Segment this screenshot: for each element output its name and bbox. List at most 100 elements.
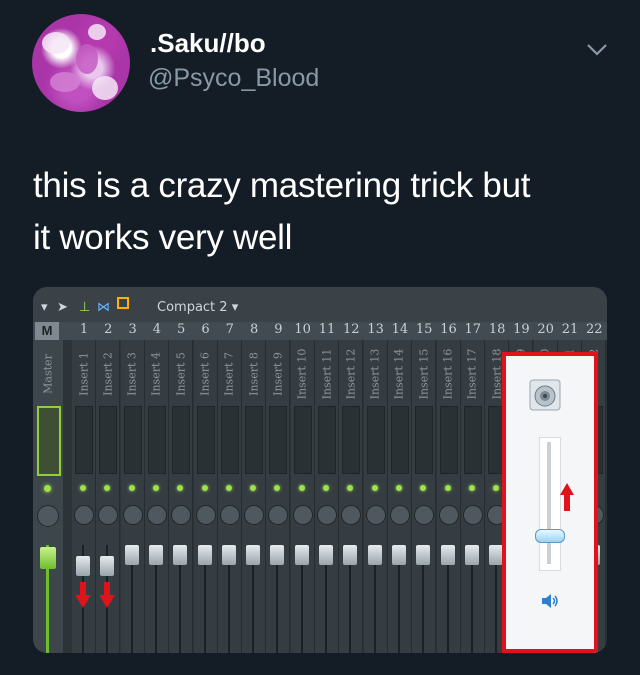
channel-number[interactable]: 4 bbox=[145, 322, 169, 337]
channel-number[interactable]: 16 bbox=[437, 322, 461, 337]
insert-pan-knob[interactable] bbox=[438, 505, 459, 525]
insert-pan-knob[interactable] bbox=[268, 505, 289, 525]
channel-number[interactable]: 6 bbox=[194, 322, 218, 337]
insert-led[interactable] bbox=[395, 485, 402, 491]
channel-number[interactable]: 5 bbox=[169, 322, 193, 337]
insert-pan-knob[interactable] bbox=[195, 505, 216, 525]
insert-fader[interactable] bbox=[173, 545, 188, 565]
display-name[interactable]: .Saku//bo bbox=[150, 28, 266, 59]
avatar[interactable] bbox=[32, 14, 130, 112]
insert-label: Insert 4 bbox=[149, 352, 163, 396]
insert-pan-knob[interactable] bbox=[341, 505, 362, 525]
insert-pan-knob[interactable] bbox=[317, 505, 337, 525]
insert-led[interactable] bbox=[152, 485, 159, 491]
insert-fader[interactable] bbox=[148, 545, 163, 565]
insert-peak-meter bbox=[415, 406, 434, 474]
channel-number[interactable]: 8 bbox=[242, 322, 266, 337]
tweet-text: this is a crazy mastering trick but it w… bbox=[33, 160, 613, 264]
insert-led[interactable] bbox=[371, 485, 378, 491]
insert-pan-knob[interactable] bbox=[219, 505, 240, 525]
insert-fader[interactable] bbox=[489, 545, 504, 565]
channel-number[interactable]: 10 bbox=[291, 322, 315, 337]
insert-led[interactable] bbox=[250, 485, 257, 491]
master-pan-knob[interactable] bbox=[37, 505, 59, 527]
insert-pan-knob[interactable] bbox=[365, 505, 386, 525]
chevron-down-icon[interactable] bbox=[586, 38, 608, 60]
channel-number[interactable]: 20 bbox=[534, 322, 558, 337]
insert-led[interactable] bbox=[128, 485, 135, 491]
insert-fader[interactable] bbox=[440, 545, 455, 565]
insert-pan-knob[interactable] bbox=[389, 505, 410, 525]
channel-number[interactable]: 19 bbox=[509, 322, 533, 337]
volume-slider-track[interactable] bbox=[547, 442, 551, 564]
insert-led[interactable] bbox=[298, 485, 305, 491]
insert-pan-knob[interactable] bbox=[98, 505, 119, 525]
master-strip: Master bbox=[33, 340, 63, 653]
channel-number[interactable]: 9 bbox=[266, 322, 290, 337]
channel-number[interactable]: 17 bbox=[461, 322, 485, 337]
insert-fader[interactable] bbox=[464, 545, 479, 565]
insert-led[interactable] bbox=[80, 485, 86, 491]
master-led[interactable] bbox=[44, 485, 51, 492]
channel-number[interactable]: 1 bbox=[72, 322, 96, 337]
insert-fader[interactable] bbox=[270, 545, 285, 565]
channel-number[interactable]: 7 bbox=[218, 322, 242, 337]
speaker-icon[interactable] bbox=[529, 379, 561, 411]
insert-pan-knob[interactable] bbox=[414, 505, 435, 525]
insert-fader[interactable] bbox=[319, 545, 333, 565]
insert-fader[interactable] bbox=[221, 545, 236, 565]
master-tab[interactable]: M bbox=[35, 322, 59, 340]
insert-pan-knob[interactable] bbox=[244, 505, 265, 525]
insert-strip: Insert 5 bbox=[169, 340, 194, 653]
insert-fader[interactable] bbox=[391, 545, 406, 565]
insert-led[interactable] bbox=[323, 485, 329, 491]
insert-led[interactable] bbox=[104, 485, 111, 491]
channel-number[interactable]: 14 bbox=[388, 322, 412, 337]
insert-pan-knob[interactable] bbox=[462, 505, 483, 525]
channel-number[interactable]: 2 bbox=[96, 322, 120, 337]
insert-led[interactable] bbox=[201, 485, 208, 491]
channel-number[interactable]: 18 bbox=[485, 322, 509, 337]
insert-fader[interactable] bbox=[197, 545, 212, 565]
insert-led[interactable] bbox=[420, 485, 427, 491]
insert-led[interactable] bbox=[444, 485, 451, 491]
channel-number[interactable]: 15 bbox=[412, 322, 436, 337]
insert-pan-knob[interactable] bbox=[146, 505, 167, 525]
insert-fader[interactable] bbox=[416, 545, 431, 565]
channel-number[interactable]: 3 bbox=[121, 322, 145, 337]
insert-led[interactable] bbox=[493, 485, 500, 491]
insert-fader[interactable] bbox=[294, 545, 309, 565]
user-handle[interactable]: @Psyco_Blood bbox=[148, 64, 319, 93]
insert-fader[interactable] bbox=[343, 545, 358, 565]
tweet-media-image[interactable]: ▾ ➤ ⊥ ⋈ Compact 2 ▾ 1 2 3 4 5 6 7 8 9 10 11 12 13 14 1… bbox=[33, 287, 607, 653]
insert-fader[interactable] bbox=[76, 556, 90, 576]
insert-pan-knob[interactable] bbox=[171, 505, 192, 525]
tweet-text-line: it works very well bbox=[33, 218, 293, 257]
insert-led[interactable] bbox=[347, 485, 354, 491]
channel-number[interactable]: 13 bbox=[364, 322, 388, 337]
insert-fader[interactable] bbox=[367, 545, 382, 565]
mute-icon[interactable] bbox=[541, 593, 559, 609]
channel-number-row: 1 2 3 4 5 6 7 8 9 10 11 12 13 14 15 16 17 18 19 20 21 22 bbox=[33, 322, 607, 340]
insert-peak-meter bbox=[463, 406, 482, 474]
channel-number[interactable]: 21 bbox=[558, 322, 582, 337]
insert-fader[interactable] bbox=[246, 545, 261, 565]
insert-fader[interactable] bbox=[100, 556, 115, 576]
channel-number[interactable]: 11 bbox=[315, 322, 339, 337]
channel-number[interactable]: 12 bbox=[339, 322, 363, 337]
insert-pan-knob[interactable] bbox=[122, 505, 143, 525]
insert-led[interactable] bbox=[468, 485, 475, 491]
insert-pan-knob[interactable] bbox=[292, 505, 313, 525]
volume-slider-thumb[interactable] bbox=[535, 528, 565, 543]
insert-led[interactable] bbox=[225, 485, 232, 491]
insert-label: Insert 12 bbox=[344, 348, 358, 400]
insert-pan-knob[interactable] bbox=[74, 505, 94, 525]
insert-led[interactable] bbox=[274, 485, 281, 491]
insert-led[interactable] bbox=[177, 485, 184, 491]
channel-number[interactable]: 22 bbox=[582, 322, 606, 337]
insert-peak-meter bbox=[439, 406, 458, 474]
insert-label: Insert 8 bbox=[247, 352, 261, 396]
insert-strip: Insert 13 bbox=[363, 340, 388, 653]
insert-fader[interactable] bbox=[124, 545, 139, 565]
master-fader[interactable] bbox=[40, 547, 56, 569]
